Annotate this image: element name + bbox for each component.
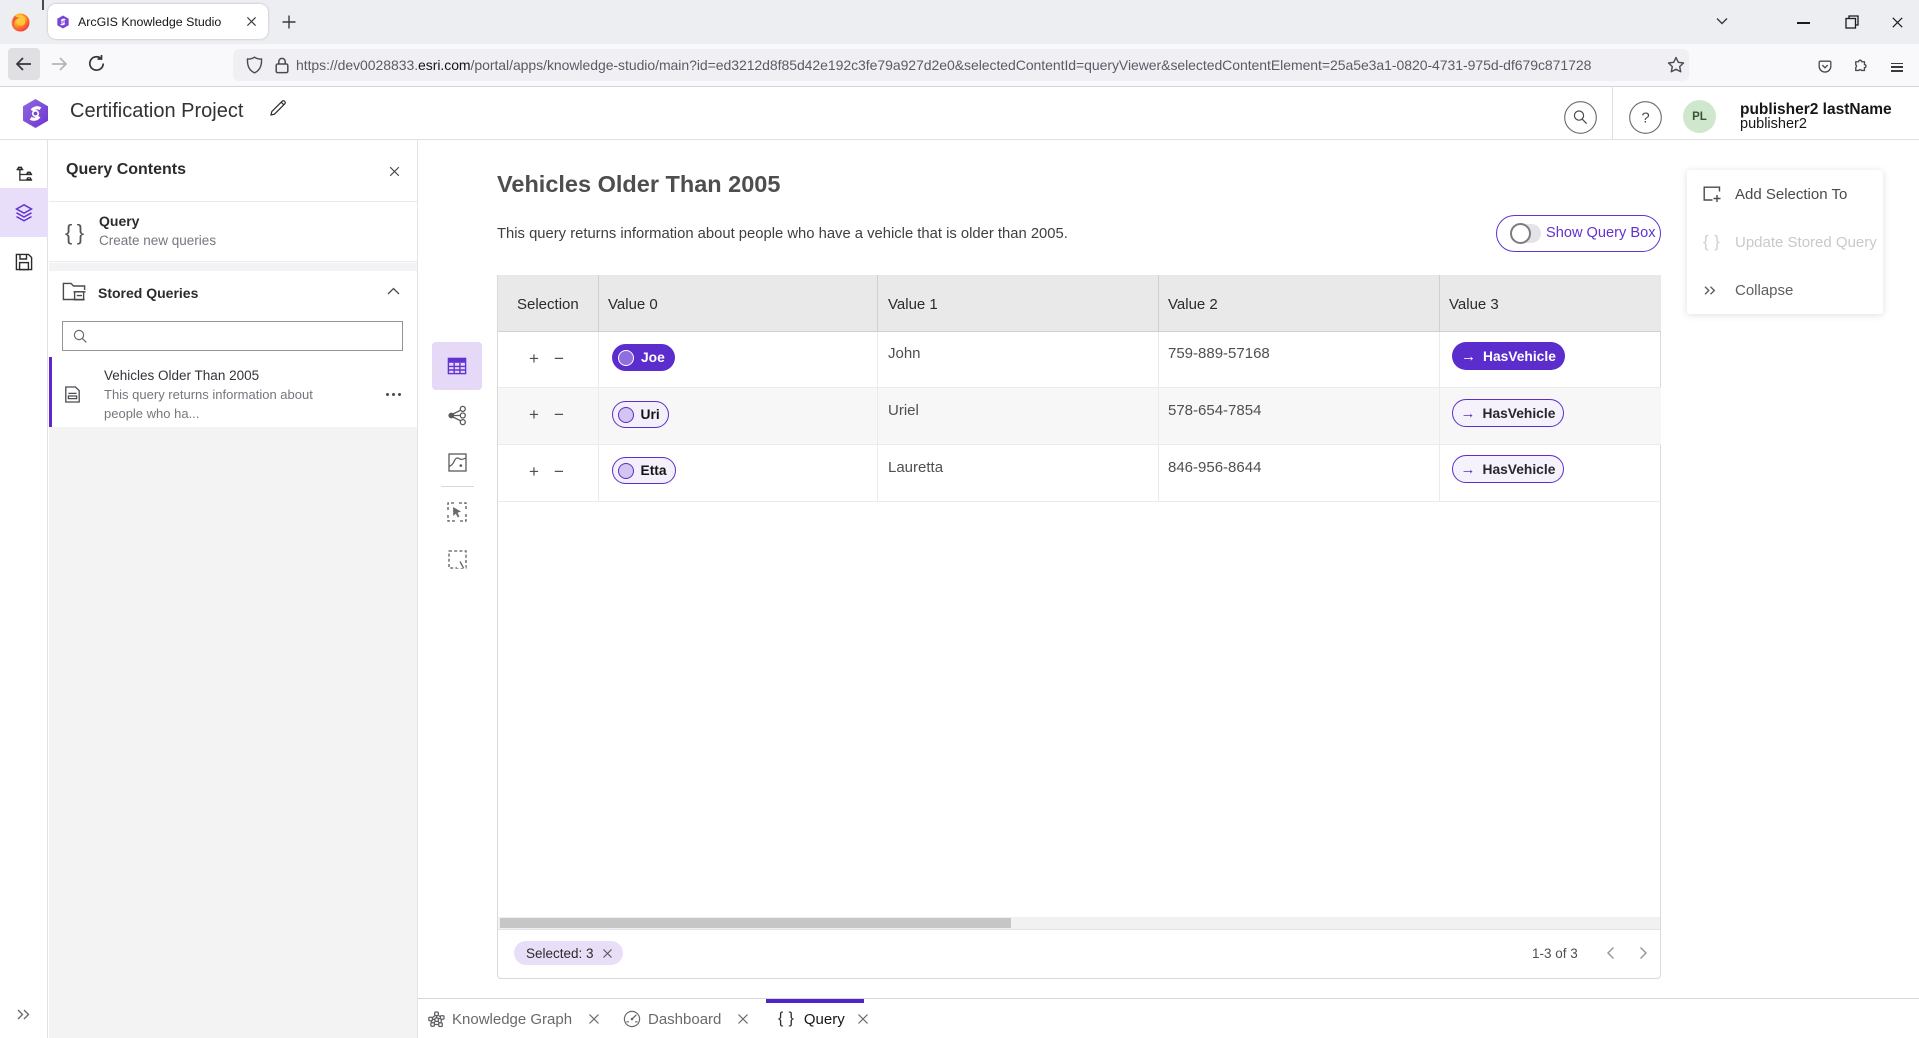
svg-text:?: ? <box>1641 110 1649 127</box>
